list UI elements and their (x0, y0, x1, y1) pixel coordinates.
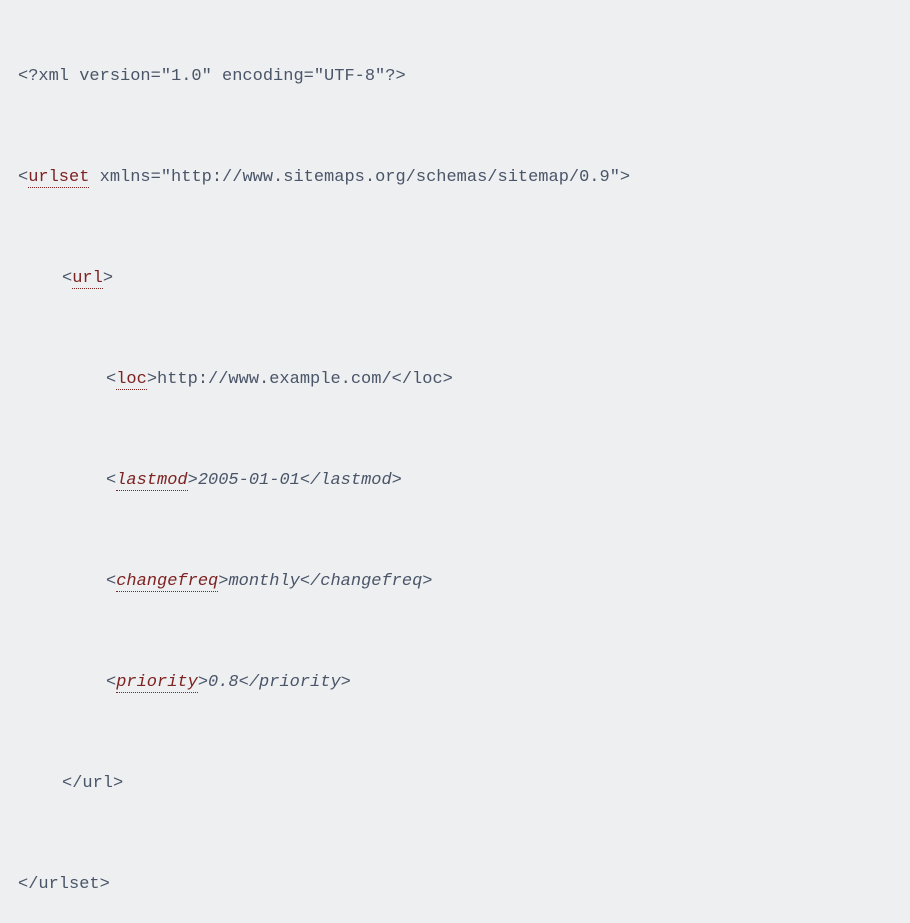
url-close-line: </url> (62, 771, 892, 797)
lastmod-value: 2005-01-01 (198, 471, 300, 490)
changefreq-open-suffix: > (218, 572, 228, 591)
priority-value: 0.8 (208, 673, 239, 692)
loc-tag-name: loc (116, 370, 147, 390)
urlset-attributes: xmlns="http://www.sitemaps.org/schemas/s… (89, 168, 630, 187)
lastmod-line: <lastmod>2005-01-01</lastmod> (106, 468, 892, 494)
url-tag-name: url (72, 269, 103, 289)
changefreq-open-bracket: < (106, 572, 116, 591)
changefreq-close: </changefreq> (300, 572, 433, 591)
urlset-open-bracket: < (18, 168, 28, 187)
loc-open-suffix: > (147, 370, 157, 389)
lastmod-close: </lastmod> (300, 471, 402, 490)
xml-declaration: <?xml version="1.0" encoding="UTF-8"?> (18, 67, 406, 86)
priority-line: <priority>0.8</priority> (106, 670, 892, 696)
lastmod-open-bracket: < (106, 471, 116, 490)
loc-value: http://www.example.com/ (157, 370, 392, 389)
priority-open-suffix: > (198, 673, 208, 692)
url-open-line: <url> (62, 266, 892, 292)
urlset-close-line: </urlset> (18, 872, 892, 898)
changefreq-tag-name: changefreq (116, 572, 218, 592)
lastmod-open-suffix: > (188, 471, 198, 490)
urlset-close: </urlset> (18, 875, 110, 894)
changefreq-line: <changefreq>monthly</changefreq> (106, 569, 892, 595)
loc-close: </loc> (392, 370, 453, 389)
priority-tag-name: priority (116, 673, 198, 693)
priority-close: </priority> (239, 673, 351, 692)
urlset-tag-name: urlset (28, 168, 89, 188)
priority-open-bracket: < (106, 673, 116, 692)
url-open-suffix: > (103, 269, 113, 288)
loc-open-bracket: < (106, 370, 116, 389)
url-close: </url> (62, 774, 123, 793)
xml-declaration-line: <?xml version="1.0" encoding="UTF-8"?> (18, 64, 892, 90)
xml-code-block: <?xml version="1.0" encoding="UTF-8"?> <… (18, 38, 892, 923)
lastmod-tag-name: lastmod (116, 471, 187, 491)
changefreq-value: monthly (228, 572, 299, 591)
urlset-open-line: <urlset xmlns="http://www.sitemaps.org/s… (18, 165, 892, 191)
loc-line: <loc>http://www.example.com/</loc> (106, 367, 892, 393)
url-open-bracket: < (62, 269, 72, 288)
